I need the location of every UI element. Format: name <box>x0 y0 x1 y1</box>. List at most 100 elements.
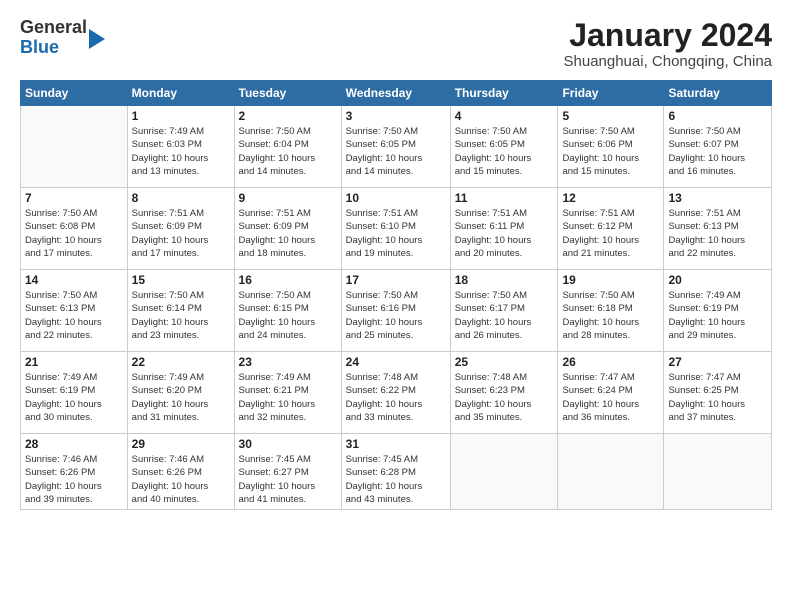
day-info: Sunrise: 7:50 AM Sunset: 6:14 PM Dayligh… <box>132 289 230 342</box>
day-info: Sunrise: 7:50 AM Sunset: 6:16 PM Dayligh… <box>346 289 446 342</box>
calendar-cell: 2 Sunrise: 7:50 AM Sunset: 6:04 PM Daylig… <box>234 106 341 188</box>
day-info: Sunrise: 7:46 AM Sunset: 6:26 PM Dayligh… <box>25 453 123 506</box>
day-info: Sunrise: 7:49 AM Sunset: 6:21 PM Dayligh… <box>239 371 337 424</box>
calendar-cell: 26 Sunrise: 7:47 AM Sunset: 6:24 PM Dayli… <box>558 352 664 434</box>
day-number: 15 <box>132 273 230 287</box>
calendar-cell: 9Sunrise: 7:51 AM Sunset: 6:09 PM Daylig… <box>234 188 341 270</box>
header-day-monday: Monday <box>127 81 234 106</box>
day-number: 6 <box>668 109 767 123</box>
calendar-cell <box>664 434 772 510</box>
header-day-thursday: Thursday <box>450 81 558 106</box>
calendar-cell: 25 Sunrise: 7:48 AM Sunset: 6:23 PM Dayli… <box>450 352 558 434</box>
day-info: Sunrise: 7:51 AM Sunset: 6:09 PM Dayligh… <box>239 207 337 260</box>
calendar-cell: 7Sunrise: 7:50 AM Sunset: 6:08 PM Daylig… <box>21 188 128 270</box>
calendar-cell: 6Sunrise: 7:50 AM Sunset: 6:07 PM Daylig… <box>664 106 772 188</box>
day-number: 25 <box>455 355 554 369</box>
logo-text-block: General Blue <box>20 18 105 58</box>
day-info: Sunrise: 7:51 AM Sunset: 6:09 PM Dayligh… <box>132 207 230 260</box>
day-info: Sunrise: 7:51 AM Sunset: 6:10 PM Dayligh… <box>346 207 446 260</box>
day-info: Sunrise: 7:49 AM Sunset: 6:03 PM Dayligh… <box>132 125 230 178</box>
day-info: Sunrise: 7:49 AM Sunset: 6:19 PM Dayligh… <box>25 371 123 424</box>
week-row-4: 21 Sunrise: 7:49 AM Sunset: 6:19 PM Dayli… <box>21 352 772 434</box>
day-number: 26 <box>562 355 659 369</box>
calendar-cell: 1 Sunrise: 7:49 AM Sunset: 6:03 PM Daylig… <box>127 106 234 188</box>
day-number: 12 <box>562 191 659 205</box>
day-number: 19 <box>562 273 659 287</box>
location: Shuanghuai, Chongqing, China <box>564 53 773 70</box>
calendar-cell: 15 Sunrise: 7:50 AM Sunset: 6:14 PM Dayli… <box>127 270 234 352</box>
day-info: Sunrise: 7:50 AM Sunset: 6:06 PM Dayligh… <box>562 125 659 178</box>
header-day-wednesday: Wednesday <box>341 81 450 106</box>
day-info: Sunrise: 7:50 AM Sunset: 6:05 PM Dayligh… <box>346 125 446 178</box>
header-day-saturday: Saturday <box>664 81 772 106</box>
day-number: 14 <box>25 273 123 287</box>
day-number: 18 <box>455 273 554 287</box>
calendar-cell: 21 Sunrise: 7:49 AM Sunset: 6:19 PM Dayli… <box>21 352 128 434</box>
calendar-cell: 13 Sunrise: 7:51 AM Sunset: 6:13 PM Dayli… <box>664 188 772 270</box>
day-number: 8 <box>132 191 230 205</box>
day-number: 27 <box>668 355 767 369</box>
day-info: Sunrise: 7:50 AM Sunset: 6:15 PM Dayligh… <box>239 289 337 342</box>
logo-general: General Blue <box>20 18 87 58</box>
day-number: 28 <box>25 437 123 451</box>
day-info: Sunrise: 7:50 AM Sunset: 6:13 PM Dayligh… <box>25 289 123 342</box>
day-number: 24 <box>346 355 446 369</box>
calendar-cell: 3Sunrise: 7:50 AM Sunset: 6:05 PM Daylig… <box>341 106 450 188</box>
calendar-cell: 19 Sunrise: 7:50 AM Sunset: 6:18 PM Dayli… <box>558 270 664 352</box>
header-day-tuesday: Tuesday <box>234 81 341 106</box>
calendar-cell: 20Sunrise: 7:49 AM Sunset: 6:19 PM Dayli… <box>664 270 772 352</box>
week-row-2: 7Sunrise: 7:50 AM Sunset: 6:08 PM Daylig… <box>21 188 772 270</box>
logo-arrow-icon <box>89 29 105 49</box>
calendar-cell: 14 Sunrise: 7:50 AM Sunset: 6:13 PM Dayli… <box>21 270 128 352</box>
calendar-cell: 10Sunrise: 7:51 AM Sunset: 6:10 PM Dayli… <box>341 188 450 270</box>
header-row: SundayMondayTuesdayWednesdayThursdayFrid… <box>21 81 772 106</box>
calendar-cell: 8 Sunrise: 7:51 AM Sunset: 6:09 PM Daylig… <box>127 188 234 270</box>
day-info: Sunrise: 7:48 AM Sunset: 6:23 PM Dayligh… <box>455 371 554 424</box>
week-row-1: 1 Sunrise: 7:49 AM Sunset: 6:03 PM Daylig… <box>21 106 772 188</box>
day-number: 30 <box>239 437 337 451</box>
day-number: 21 <box>25 355 123 369</box>
day-info: Sunrise: 7:50 AM Sunset: 6:05 PM Dayligh… <box>455 125 554 178</box>
week-row-5: 28 Sunrise: 7:46 AM Sunset: 6:26 PM Dayli… <box>21 434 772 510</box>
calendar-cell: 18 Sunrise: 7:50 AM Sunset: 6:17 PM Dayli… <box>450 270 558 352</box>
week-row-3: 14 Sunrise: 7:50 AM Sunset: 6:13 PM Dayli… <box>21 270 772 352</box>
day-info: Sunrise: 7:48 AM Sunset: 6:22 PM Dayligh… <box>346 371 446 424</box>
header: General Blue January 2024 Shuanghuai, Ch… <box>20 18 772 70</box>
day-info: Sunrise: 7:50 AM Sunset: 6:17 PM Dayligh… <box>455 289 554 342</box>
calendar-cell: 12 Sunrise: 7:51 AM Sunset: 6:12 PM Dayli… <box>558 188 664 270</box>
calendar-cell: 23 Sunrise: 7:49 AM Sunset: 6:21 PM Dayli… <box>234 352 341 434</box>
day-number: 7 <box>25 191 123 205</box>
calendar-cell <box>21 106 128 188</box>
day-info: Sunrise: 7:45 AM Sunset: 6:27 PM Dayligh… <box>239 453 337 506</box>
calendar-cell: 16 Sunrise: 7:50 AM Sunset: 6:15 PM Dayli… <box>234 270 341 352</box>
calendar-cell: 30 Sunrise: 7:45 AM Sunset: 6:27 PM Dayli… <box>234 434 341 510</box>
day-info: Sunrise: 7:47 AM Sunset: 6:24 PM Dayligh… <box>562 371 659 424</box>
day-number: 29 <box>132 437 230 451</box>
calendar-cell: 31Sunrise: 7:45 AM Sunset: 6:28 PM Dayli… <box>341 434 450 510</box>
day-info: Sunrise: 7:51 AM Sunset: 6:12 PM Dayligh… <box>562 207 659 260</box>
day-info: Sunrise: 7:51 AM Sunset: 6:13 PM Dayligh… <box>668 207 767 260</box>
day-info: Sunrise: 7:47 AM Sunset: 6:25 PM Dayligh… <box>668 371 767 424</box>
header-day-friday: Friday <box>558 81 664 106</box>
day-info: Sunrise: 7:50 AM Sunset: 6:04 PM Dayligh… <box>239 125 337 178</box>
day-number: 1 <box>132 109 230 123</box>
day-info: Sunrise: 7:46 AM Sunset: 6:26 PM Dayligh… <box>132 453 230 506</box>
day-number: 20 <box>668 273 767 287</box>
logo: General Blue <box>20 18 105 58</box>
day-number: 4 <box>455 109 554 123</box>
day-number: 5 <box>562 109 659 123</box>
day-number: 2 <box>239 109 337 123</box>
calendar-cell: 29 Sunrise: 7:46 AM Sunset: 6:26 PM Dayli… <box>127 434 234 510</box>
day-info: Sunrise: 7:50 AM Sunset: 6:18 PM Dayligh… <box>562 289 659 342</box>
day-number: 22 <box>132 355 230 369</box>
title-block: January 2024 Shuanghuai, Chongqing, Chin… <box>564 18 773 70</box>
day-number: 23 <box>239 355 337 369</box>
calendar-page: General Blue January 2024 Shuanghuai, Ch… <box>0 0 792 520</box>
day-number: 11 <box>455 191 554 205</box>
day-number: 16 <box>239 273 337 287</box>
day-number: 13 <box>668 191 767 205</box>
calendar-cell: 22Sunrise: 7:49 AM Sunset: 6:20 PM Dayli… <box>127 352 234 434</box>
calendar-cell: 4 Sunrise: 7:50 AM Sunset: 6:05 PM Daylig… <box>450 106 558 188</box>
month-title: January 2024 <box>564 18 773 53</box>
calendar-cell: 5 Sunrise: 7:50 AM Sunset: 6:06 PM Daylig… <box>558 106 664 188</box>
